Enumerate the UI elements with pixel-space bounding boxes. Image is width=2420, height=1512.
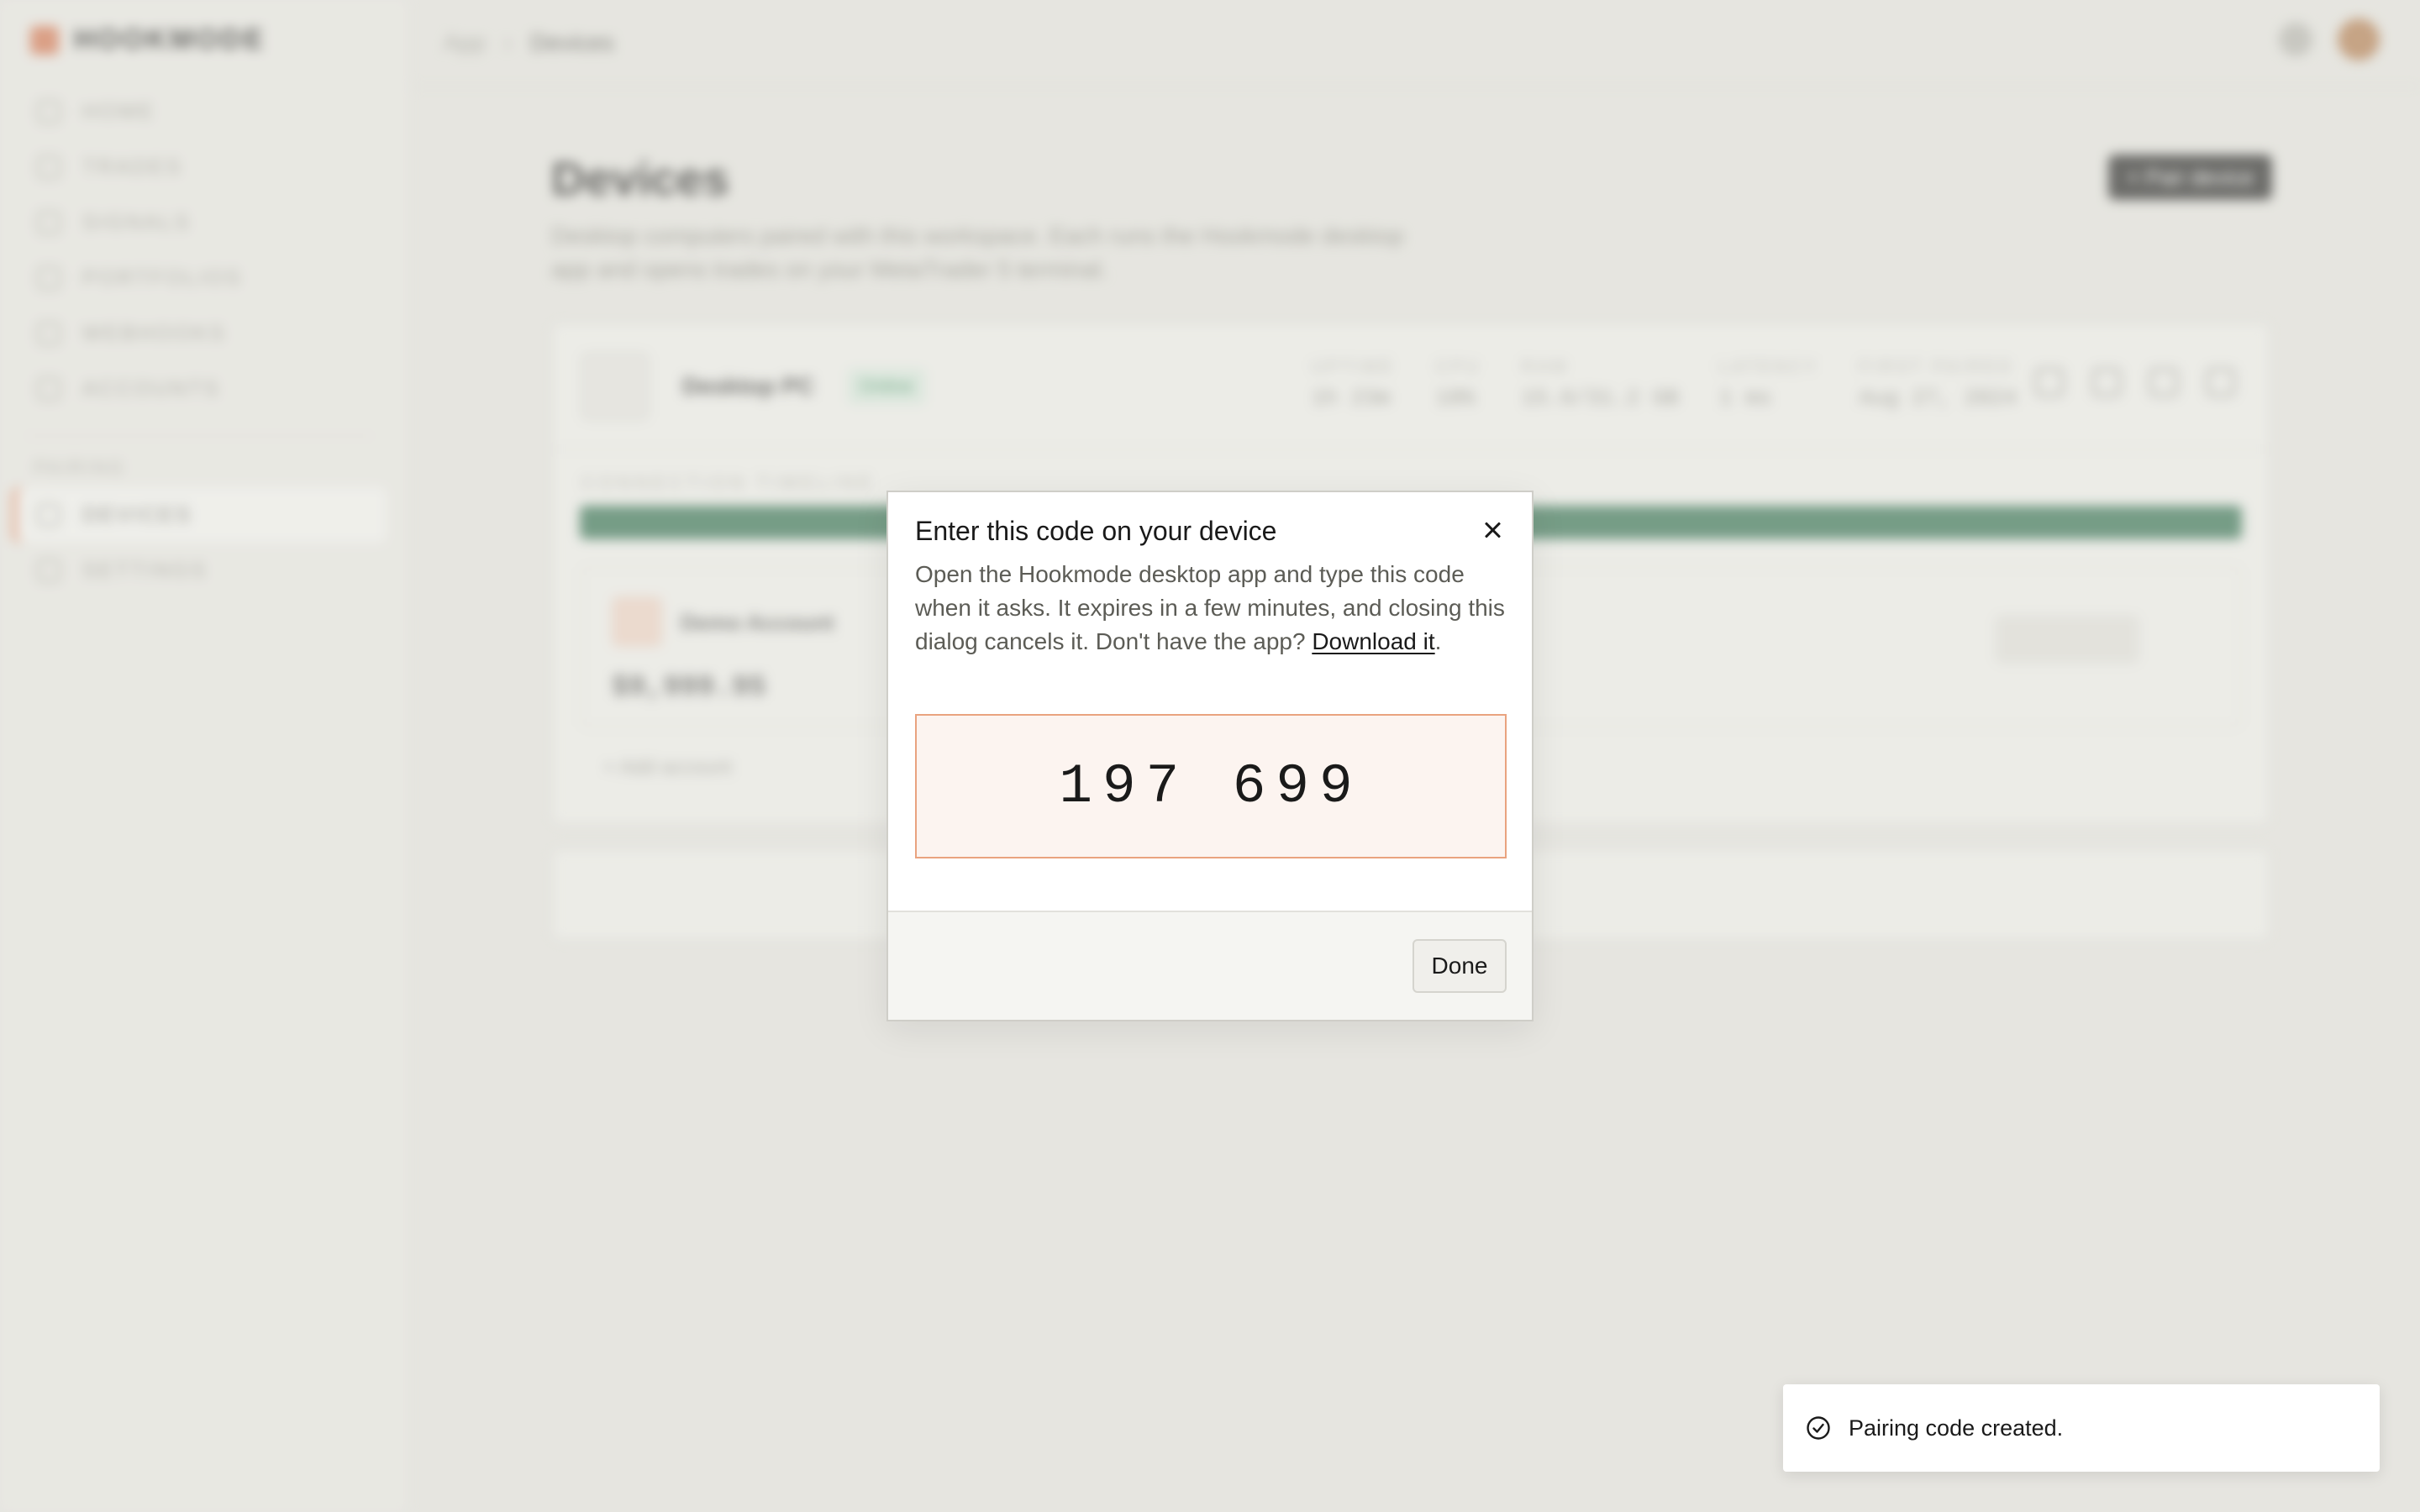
pairing-code-dialog: Enter this code on your device Open the … [886, 491, 1534, 1021]
toast-message: Pairing code created. [1849, 1415, 2064, 1441]
pairing-code-box: 197 699 [915, 714, 1507, 858]
dialog-title: Enter this code on your device [915, 516, 1277, 546]
download-link[interactable]: Download it [1312, 628, 1434, 654]
pairing-code: 197 699 [1059, 754, 1363, 818]
check-circle-icon [1805, 1415, 1832, 1441]
toast-notification: Pairing code created. [1783, 1384, 2380, 1472]
dialog-body-end: . [1434, 628, 1442, 654]
close-icon[interactable] [1478, 516, 1507, 544]
dialog-footer: Done [888, 911, 1532, 1020]
dialog-description: Open the Hookmode desktop app and type t… [915, 558, 1520, 659]
done-button[interactable]: Done [1413, 939, 1507, 993]
